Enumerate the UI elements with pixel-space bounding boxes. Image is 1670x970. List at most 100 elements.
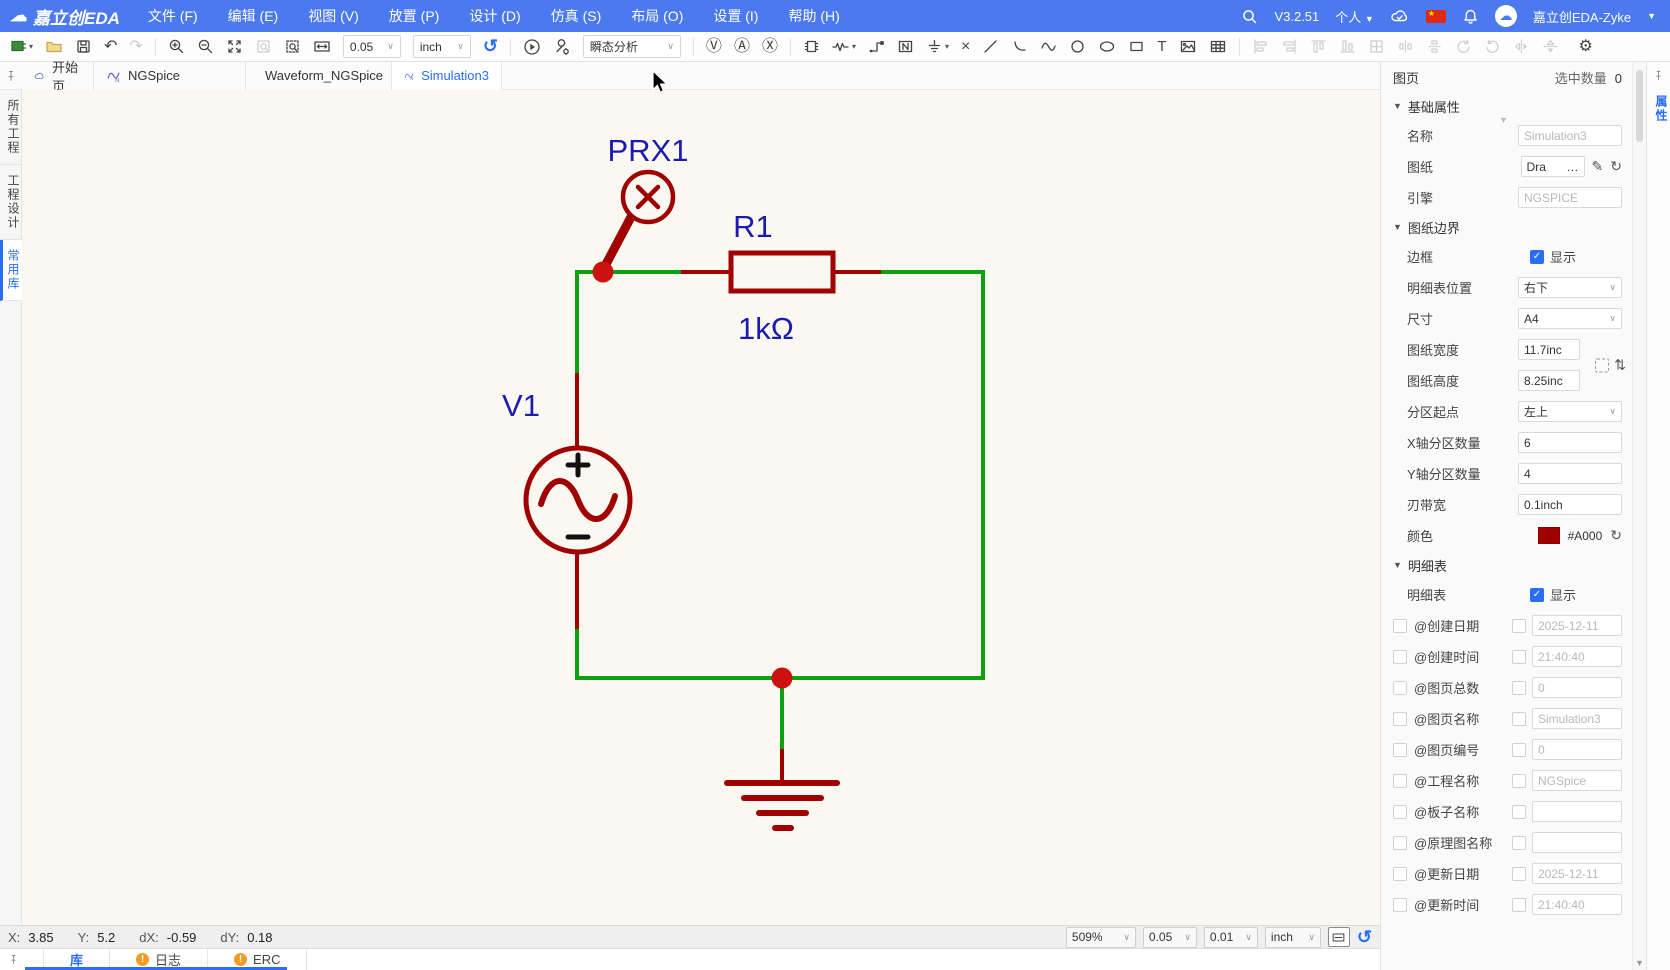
schematic-canvas[interactable]: R1 1kΩ V1 <box>22 90 1380 925</box>
sheet-button[interactable]: Dra… <box>1521 156 1585 177</box>
account-type-dropdown[interactable]: 个人 ▼ <box>1335 7 1374 26</box>
flag-icon[interactable]: ★ <box>1426 10 1446 23</box>
frame-checkbox[interactable]: ✓ <box>1530 250 1544 264</box>
zoom-selection-button[interactable] <box>255 38 272 55</box>
align-left-icon[interactable] <box>1252 38 1269 55</box>
update-date-input[interactable]: 2025-12-11 <box>1532 863 1622 884</box>
board-name-checkbox[interactable] <box>1393 805 1407 819</box>
app-logo[interactable]: ☁ 嘉立创EDA <box>0 4 134 29</box>
user-menu-caret[interactable]: ▼ <box>1647 11 1656 21</box>
page-name-value-checkbox[interactable] <box>1512 712 1526 726</box>
bom-show-checkbox[interactable]: ✓ <box>1530 588 1544 602</box>
page-count-checkbox[interactable] <box>1393 681 1407 695</box>
junction-dot[interactable] <box>772 668 793 689</box>
ellipse-button[interactable] <box>1098 38 1116 55</box>
schematic-name-input[interactable] <box>1532 832 1622 853</box>
update-time-checkbox[interactable] <box>1393 898 1407 912</box>
menu-help[interactable]: 帮助 (H) <box>788 6 839 26</box>
avatar[interactable]: ☁ <box>1495 5 1517 27</box>
page-count-value-checkbox[interactable] <box>1512 681 1526 695</box>
table-button[interactable] <box>1209 38 1227 55</box>
gear-icon[interactable]: ⚙ <box>1579 39 1593 55</box>
line-button[interactable] <box>982 38 999 55</box>
probe-prx1[interactable]: PRX1 <box>604 133 688 268</box>
project-name-value-checkbox[interactable] <box>1512 774 1526 788</box>
page-name-input[interactable]: Simulation3 <box>1532 708 1622 729</box>
align-center-icon[interactable] <box>1368 38 1385 55</box>
tab-ngspice[interactable]: N NGSpice <box>94 62 246 90</box>
create-date-value-checkbox[interactable] <box>1512 619 1526 633</box>
save-button[interactable] <box>75 38 92 55</box>
page-count-input[interactable]: 0 <box>1532 677 1622 698</box>
sim-settings-button[interactable] <box>553 38 571 56</box>
username-label[interactable]: 嘉立创EDA-Zyke <box>1533 7 1631 26</box>
tab-properties-vertical[interactable]: 属性 <box>1647 95 1670 123</box>
swap-icon[interactable]: ⇅ <box>1614 357 1626 374</box>
voltage-source-v1[interactable]: V1 <box>502 388 630 552</box>
flip-h-icon[interactable] <box>1513 38 1530 55</box>
create-time-input[interactable]: 21:40:40 <box>1532 646 1622 667</box>
tab-simulation3[interactable]: N Simulation3 <box>392 62 502 90</box>
junction-dot[interactable] <box>593 262 614 283</box>
source-ref-label[interactable]: V1 <box>502 388 540 423</box>
menu-settings[interactable]: 设置 (I) <box>713 6 758 26</box>
color-swatch[interactable] <box>1538 527 1560 544</box>
pin-icon[interactable] <box>0 954 19 965</box>
unit-select[interactable]: inch∨ <box>413 35 471 58</box>
zoom-region-button[interactable] <box>284 38 301 55</box>
ground-symbol[interactable] <box>727 783 837 828</box>
zoom-in-button[interactable] <box>168 38 185 55</box>
distribute-v-icon[interactable] <box>1426 38 1443 55</box>
band-width-input[interactable]: 0.1inch <box>1518 494 1622 515</box>
measure-icon[interactable] <box>1328 927 1350 947</box>
open-folder-button[interactable] <box>45 38 63 55</box>
page-number-value-checkbox[interactable] <box>1512 743 1526 757</box>
partition-origin-select[interactable]: 左上∨ <box>1518 401 1622 422</box>
bom-position-select[interactable]: 右下∨ <box>1518 277 1622 298</box>
search-icon[interactable] <box>1241 8 1258 25</box>
menu-design[interactable]: 设计 (D) <box>469 6 520 26</box>
update-time-input[interactable]: 21:40:40 <box>1532 894 1622 915</box>
create-date-input[interactable]: 2025-12-11 <box>1532 615 1622 636</box>
menu-view[interactable]: 视图 (V) <box>308 6 359 26</box>
project-name-checkbox[interactable] <box>1393 774 1407 788</box>
zoom-out-button[interactable] <box>197 38 214 55</box>
wire-button[interactable] <box>868 38 885 55</box>
sidebar-item-project-design[interactable]: 工程设计 <box>0 165 22 240</box>
text-button[interactable]: T <box>1157 39 1166 55</box>
sidebar-item-common-library[interactable]: 常用库 <box>0 240 22 301</box>
refresh-icon[interactable]: ↻ <box>1610 158 1622 175</box>
create-date-checkbox[interactable] <box>1393 619 1407 633</box>
menu-layout[interactable]: 布局 (O) <box>631 6 683 26</box>
refresh-icon[interactable]: ↻ <box>1610 527 1622 544</box>
image-button[interactable] <box>1179 38 1197 55</box>
resistor-r1[interactable]: R1 1kΩ <box>731 209 833 346</box>
cloud-sync-icon[interactable] <box>1390 8 1410 24</box>
redo-button[interactable]: ↷ <box>129 39 142 55</box>
flip-v-icon[interactable] <box>1542 38 1559 55</box>
reset-view-icon[interactable]: ↺ <box>483 36 498 57</box>
rotate-ccw-icon[interactable] <box>1455 38 1472 55</box>
create-time-checkbox[interactable] <box>1393 650 1407 664</box>
y-divisions-input[interactable]: 4 <box>1518 463 1622 484</box>
update-date-value-checkbox[interactable] <box>1512 867 1526 881</box>
board-name-input[interactable] <box>1532 801 1622 822</box>
sync-lock-icon[interactable] <box>1595 358 1609 372</box>
undo-button[interactable]: ↶ <box>104 39 117 55</box>
x-divisions-input[interactable]: 6 <box>1518 432 1622 453</box>
sheet-height-input[interactable]: 8.25inc <box>1518 370 1580 391</box>
board-name-value-checkbox[interactable] <box>1512 805 1526 819</box>
page-name-checkbox[interactable] <box>1393 712 1407 726</box>
page-number-checkbox[interactable] <box>1393 743 1407 757</box>
run-simulation-button[interactable] <box>523 38 541 56</box>
panel-scrollbar[interactable]: ▼ <box>1632 62 1646 970</box>
net-label-button[interactable] <box>897 38 914 55</box>
sheet-size-select[interactable]: A4∨ <box>1518 308 1622 329</box>
current-probe-button[interactable]: Ⓐ <box>734 39 750 55</box>
rotate-cw-icon[interactable] <box>1484 38 1501 55</box>
schematic-name-value-checkbox[interactable] <box>1512 836 1526 850</box>
menu-place[interactable]: 放置 (P) <box>389 6 440 26</box>
engine-input[interactable]: NGSPICE <box>1518 187 1622 208</box>
align-right-icon[interactable] <box>1281 38 1298 55</box>
collapse-caret-icon[interactable]: ▼ <box>1499 115 1508 125</box>
